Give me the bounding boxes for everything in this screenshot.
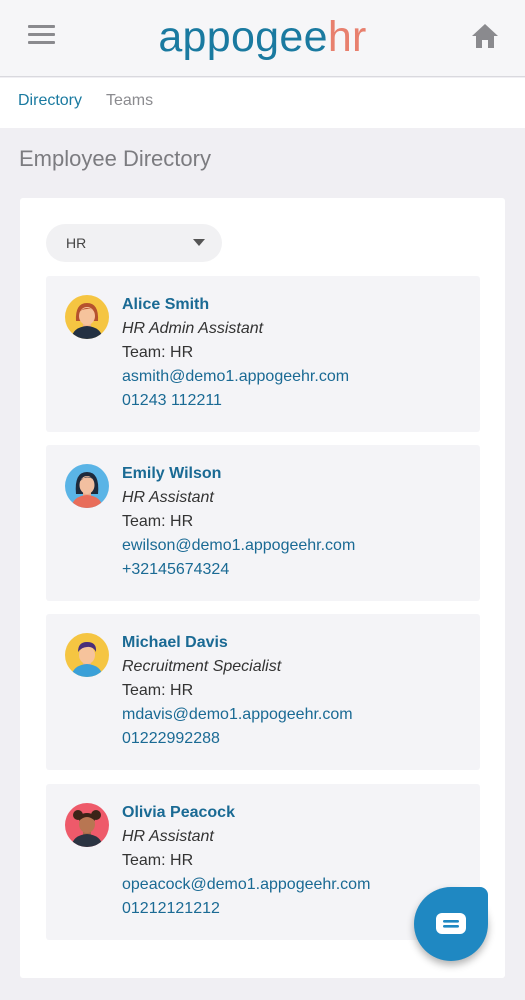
employee-team: Team: HR bbox=[122, 513, 194, 530]
employee-name[interactable]: Alice Smith bbox=[122, 296, 209, 314]
employee-name[interactable]: Olivia Peacock bbox=[122, 804, 235, 822]
logo-text-primary: appogee bbox=[158, 13, 328, 61]
employee-role: HR Assistant bbox=[122, 489, 214, 506]
tab-bar: Directory Teams bbox=[0, 78, 525, 128]
employee-team: Team: HR bbox=[122, 344, 194, 361]
avatar bbox=[65, 464, 109, 508]
employee-phone-link[interactable]: 01222992288 bbox=[122, 730, 220, 748]
employee-email-link[interactable]: asmith@demo1.appogeehr.com bbox=[122, 368, 349, 386]
page-title: Employee Directory bbox=[19, 146, 211, 171]
chat-button[interactable] bbox=[414, 887, 488, 961]
department-select[interactable]: HR bbox=[46, 224, 222, 262]
employee-name[interactable]: Emily Wilson bbox=[122, 465, 221, 483]
employee-role: HR Assistant bbox=[122, 828, 214, 845]
employee-phone-link[interactable]: +32145674324 bbox=[122, 561, 229, 579]
chat-bubble-icon bbox=[436, 913, 466, 934]
employee-team: Team: HR bbox=[122, 682, 194, 699]
employee-email-link[interactable]: mdavis@demo1.appogeehr.com bbox=[122, 706, 353, 724]
employee-card[interactable]: Alice Smith HR Admin Assistant Team: HR … bbox=[46, 276, 480, 432]
avatar bbox=[65, 633, 109, 677]
top-app-bar: appogeehr bbox=[0, 0, 525, 77]
logo-text-accent: hr bbox=[327, 13, 367, 61]
avatar bbox=[65, 295, 109, 339]
employee-name[interactable]: Michael Davis bbox=[122, 634, 228, 652]
tab-directory[interactable]: Directory bbox=[18, 92, 82, 110]
employee-phone-link[interactable]: 01243 112211 bbox=[122, 392, 222, 410]
employee-card[interactable]: Emily Wilson HR Assistant Team: HR ewils… bbox=[46, 445, 480, 601]
department-select-value: HR bbox=[66, 235, 87, 251]
employee-card[interactable]: Michael Davis Recruitment Specialist Tea… bbox=[46, 614, 480, 770]
app-logo: appogeehr bbox=[0, 13, 525, 61]
employee-team: Team: HR bbox=[122, 852, 194, 869]
avatar bbox=[65, 803, 109, 847]
tab-teams[interactable]: Teams bbox=[106, 92, 153, 110]
employee-role: Recruitment Specialist bbox=[122, 658, 282, 675]
chevron-down-icon bbox=[193, 239, 205, 246]
employee-role: HR Admin Assistant bbox=[122, 320, 264, 337]
employee-phone-link[interactable]: 01212121212 bbox=[122, 900, 220, 918]
home-icon[interactable] bbox=[470, 22, 500, 50]
employee-email-link[interactable]: ewilson@demo1.appogeehr.com bbox=[122, 537, 355, 555]
employee-email-link[interactable]: opeacock@demo1.appogeehr.com bbox=[122, 876, 370, 894]
